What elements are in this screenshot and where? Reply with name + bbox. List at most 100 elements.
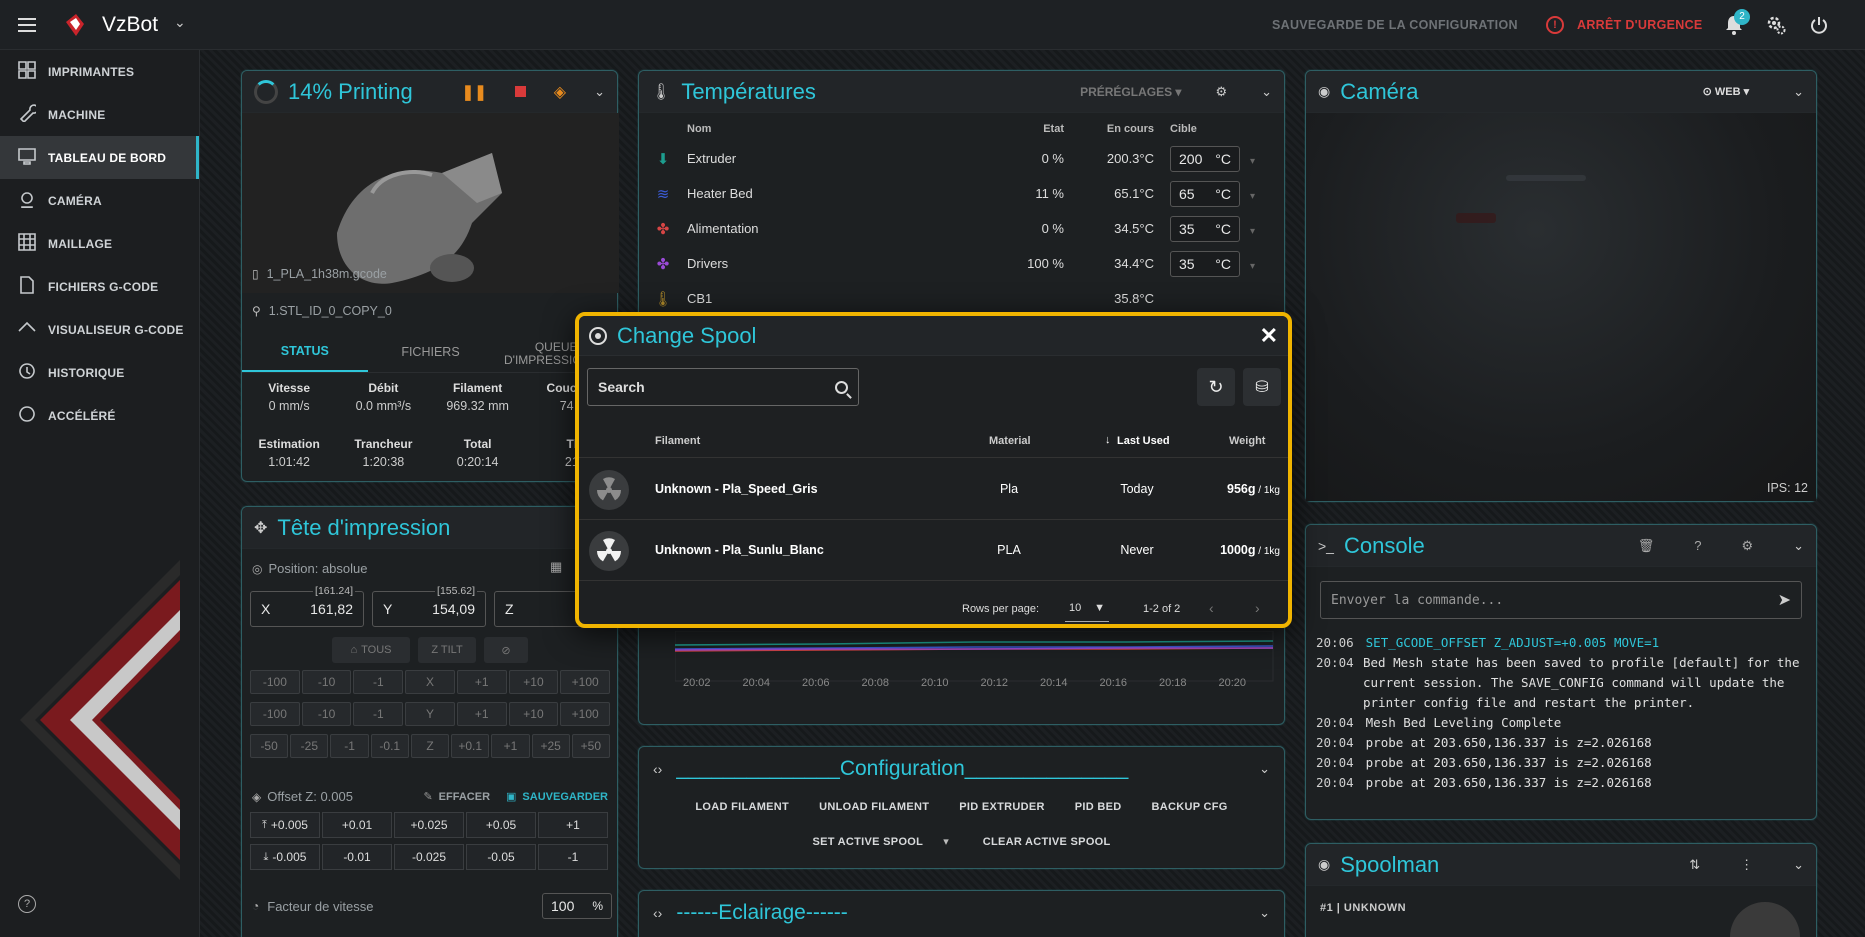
power-icon[interactable] [1809,15,1829,35]
more-icon[interactable]: ⋮ [1740,857,1753,873]
exclude-object-icon[interactable]: ◈ [554,82,566,102]
tab-files[interactable]: FICHIERS [368,331,494,372]
refresh-button[interactable]: ↻ [1197,368,1235,406]
jog-button[interactable]: -1 [330,734,369,758]
sidebar-item-visualiseur-g-code[interactable]: VISUALISEUR G-CODE [0,308,199,351]
grid-toggle-icon[interactable]: ▦ [550,559,562,575]
z-offset-button[interactable]: -0.01 [322,844,392,870]
caret-down-icon[interactable]: ▾ [1250,261,1255,272]
next-page-icon[interactable]: › [1255,600,1260,616]
database-button[interactable]: ⛁ [1243,368,1281,406]
jog-button[interactable]: +10 [508,702,559,726]
caret-down-icon[interactable]: ▾ [1250,191,1255,202]
caret-down-icon[interactable]: ▾ [1250,226,1255,237]
help-icon[interactable]: ? [18,895,36,913]
sidebar-item-imprimantes[interactable]: IMPRIMANTES [0,50,199,93]
load-filament-button[interactable]: LOAD FILAMENT [695,801,789,813]
set-active-spool-button[interactable]: SET ACTIVE SPOOL [812,836,923,848]
target-temp-input[interactable]: 35 °C [1170,250,1240,277]
jog-button[interactable]: +100 [560,702,611,726]
z-offset-button[interactable]: +1 [538,812,608,838]
z-offset-button[interactable]: +0.05 [466,812,536,838]
z-tilt-button[interactable]: Z TILT [418,637,476,663]
home-all-button[interactable]: ⌂ TOUS [332,637,410,663]
app-title[interactable]: VzBot [102,13,158,37]
collapse-chevron-icon[interactable]: ⌄ [1793,857,1804,873]
jog-button[interactable]: -1 [353,670,404,694]
spool-row[interactable]: Unknown - Pla_Sunlu_Blanc PLA Never 1000g /… [579,520,1288,581]
sidebar-item-maillage[interactable]: MAILLAGE [0,222,199,265]
target-temp-input[interactable]: 65 °C [1170,180,1240,207]
caret-down-icon[interactable]: ▾ [1250,156,1255,167]
z-offset-button[interactable]: -1 [538,844,608,870]
sidebar-item-acc-l-r-[interactable]: ACCÉLÉRÉ [0,394,199,437]
jog-button[interactable]: +25 [531,734,570,758]
swap-icon[interactable]: ⇅ [1689,857,1700,873]
sidebar-item-cam-ra[interactable]: CAMÉRA [0,179,199,222]
save-offset-button[interactable]: SAUVEGARDER [522,791,608,803]
tab-status[interactable]: STATUS [242,331,368,372]
z-offset-button[interactable]: -0.025 [394,844,464,870]
backup-cfg-button[interactable]: BACKUP CFG [1152,801,1228,813]
help-icon[interactable]: ? [1694,538,1701,553]
jog-button[interactable]: +100 [560,670,611,694]
jog-button[interactable]: +1 [456,702,507,726]
collapse-chevron-icon[interactable]: ⌄ [1261,84,1272,100]
jog-button[interactable]: Z [410,734,450,758]
gear-icon[interactable]: ⚙ [1215,84,1227,100]
gear-icon[interactable]: ⚙ [1741,538,1753,554]
jog-button[interactable]: +1 [491,734,530,758]
jog-button[interactable]: -0.1 [370,734,409,758]
jog-button[interactable]: Y [405,702,455,726]
clear-active-spool-button[interactable]: CLEAR ACTIVE SPOOL [983,836,1111,848]
collapse-chevron-icon[interactable]: ⌄ [594,84,605,100]
jog-button[interactable]: +0.1 [451,734,490,758]
sidebar-item-fichiers-g-code[interactable]: FICHIERS G-CODE [0,265,199,308]
z-offset-button[interactable]: +0.025 [394,812,464,838]
camera-source-dropdown[interactable]: ⊙ WEB ▾ [1703,85,1750,98]
jog-button[interactable]: -50 [250,734,289,758]
trash-icon[interactable]: 🗑 [1638,538,1655,554]
pause-icon[interactable]: ❚❚ [462,83,487,101]
jog-button[interactable]: -1 [353,702,404,726]
motors-off-button[interactable]: ⊘ [484,637,528,663]
z-offset-button[interactable]: ⤓ -0.005 [250,844,320,870]
stop-icon[interactable] [514,86,526,97]
sidebar-item-machine[interactable]: MACHINE [0,93,199,136]
settings-gears-icon[interactable] [1766,15,1786,35]
z-offset-button[interactable]: -0.05 [466,844,536,870]
axis-x-input[interactable]: X 161,82 [161.24] [250,585,364,627]
jog-button[interactable]: X [405,670,455,694]
clear-offset-button[interactable]: EFFACER [439,791,490,803]
jog-button[interactable]: -10 [301,670,352,694]
spool-row[interactable]: Unknown - Pla_Speed_Gris Pla Today 956g / 1… [579,459,1288,520]
unload-filament-button[interactable]: UNLOAD FILAMENT [819,801,929,813]
jog-button[interactable]: -25 [290,734,329,758]
pid-extruder-button[interactable]: PID EXTRUDER [959,801,1045,813]
dropdown-caret-icon[interactable]: ▾ [943,835,949,848]
send-icon[interactable]: ➤ [1778,590,1791,610]
prev-page-icon[interactable]: ‹ [1209,600,1214,616]
jog-button[interactable]: +50 [571,734,610,758]
jog-button[interactable]: +10 [508,670,559,694]
collapse-chevron-icon[interactable]: ⌄ [1793,538,1804,554]
collapse-chevron-icon[interactable]: ⌄ [1259,905,1270,921]
emergency-stop-button[interactable]: ARRÊT D'URGENCE [1577,18,1703,32]
presets-dropdown[interactable]: PRÉRÉGLAGES ▾ [1080,85,1181,99]
spool-search-input[interactable]: Search [587,368,859,406]
axis-y-input[interactable]: Y 154,09 [155.62] [372,585,486,627]
speed-factor-input[interactable]: 100% [542,893,612,919]
jog-button[interactable]: -100 [250,670,300,694]
position-mode[interactable]: Position: absolue [268,561,367,576]
sidebar-item-historique[interactable]: HISTORIQUE [0,351,199,394]
jog-button[interactable]: -10 [301,702,352,726]
sidebar-item-tableau-de-bord[interactable]: TABLEAU DE BORD [0,136,199,179]
z-offset-button[interactable]: +0.01 [322,812,392,838]
z-offset-button[interactable]: ⤒ +0.005 [250,812,320,838]
save-config-button[interactable]: SAUVEGARDE DE LA CONFIGURATION [1272,18,1518,32]
command-input[interactable]: Envoyer la commande... ➤ [1320,581,1802,619]
jog-button[interactable]: +1 [456,670,507,694]
close-icon[interactable]: ✕ [1260,323,1278,349]
pid-bed-button[interactable]: PID BED [1075,801,1122,813]
collapse-chevron-icon[interactable]: ⌄ [1793,84,1804,100]
